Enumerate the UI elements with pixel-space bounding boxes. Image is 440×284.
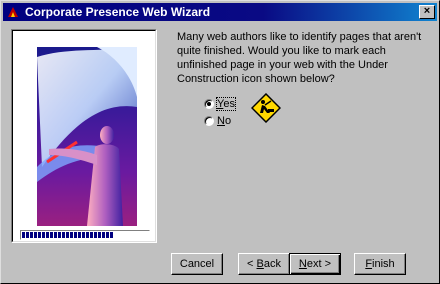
wizard-progress-bar	[20, 230, 150, 240]
window-title: Corporate Presence Web Wizard	[25, 5, 211, 19]
cancel-label: Cancel	[179, 258, 215, 270]
finish-label-rest: inish	[372, 258, 395, 270]
back-arrow: <	[247, 258, 254, 270]
back-mnemonic: B	[256, 258, 264, 270]
option-yes[interactable]: Yes	[204, 97, 236, 111]
close-icon: ×	[423, 5, 431, 17]
back-button[interactable]: < Back	[238, 253, 290, 275]
wizard-window: Corporate Presence Web Wizard × Many web…	[0, 0, 440, 284]
option-no[interactable]: No	[204, 114, 231, 128]
next-button[interactable]: Next >	[289, 253, 341, 275]
close-button[interactable]: ×	[419, 5, 435, 19]
wizard-app-icon	[6, 5, 20, 19]
back-label-rest: ack	[263, 258, 281, 270]
no-mnemonic: N	[217, 115, 225, 127]
yes-radio-button[interactable]	[204, 99, 214, 109]
next-arrow: >	[324, 258, 332, 270]
yes-label[interactable]: Yes	[216, 97, 236, 111]
cancel-button[interactable]: Cancel	[171, 253, 223, 275]
progress-fill	[22, 232, 113, 238]
question-text: Many web authors like to identify pages …	[177, 31, 422, 85]
next-label-rest: ext	[306, 258, 322, 270]
finish-button[interactable]: Finish	[354, 253, 406, 275]
title-bar[interactable]: Corporate Presence Web Wizard ×	[3, 3, 437, 21]
under-construction-icon	[251, 93, 281, 123]
no-label-rest: o	[224, 115, 232, 127]
next-mnemonic: N	[298, 258, 307, 270]
yes-label-rest: es	[223, 98, 235, 110]
no-radio-button[interactable]	[204, 116, 214, 126]
wizard-illustration	[37, 47, 137, 226]
wizard-art-panel	[11, 29, 157, 243]
no-label[interactable]: No	[217, 115, 231, 127]
